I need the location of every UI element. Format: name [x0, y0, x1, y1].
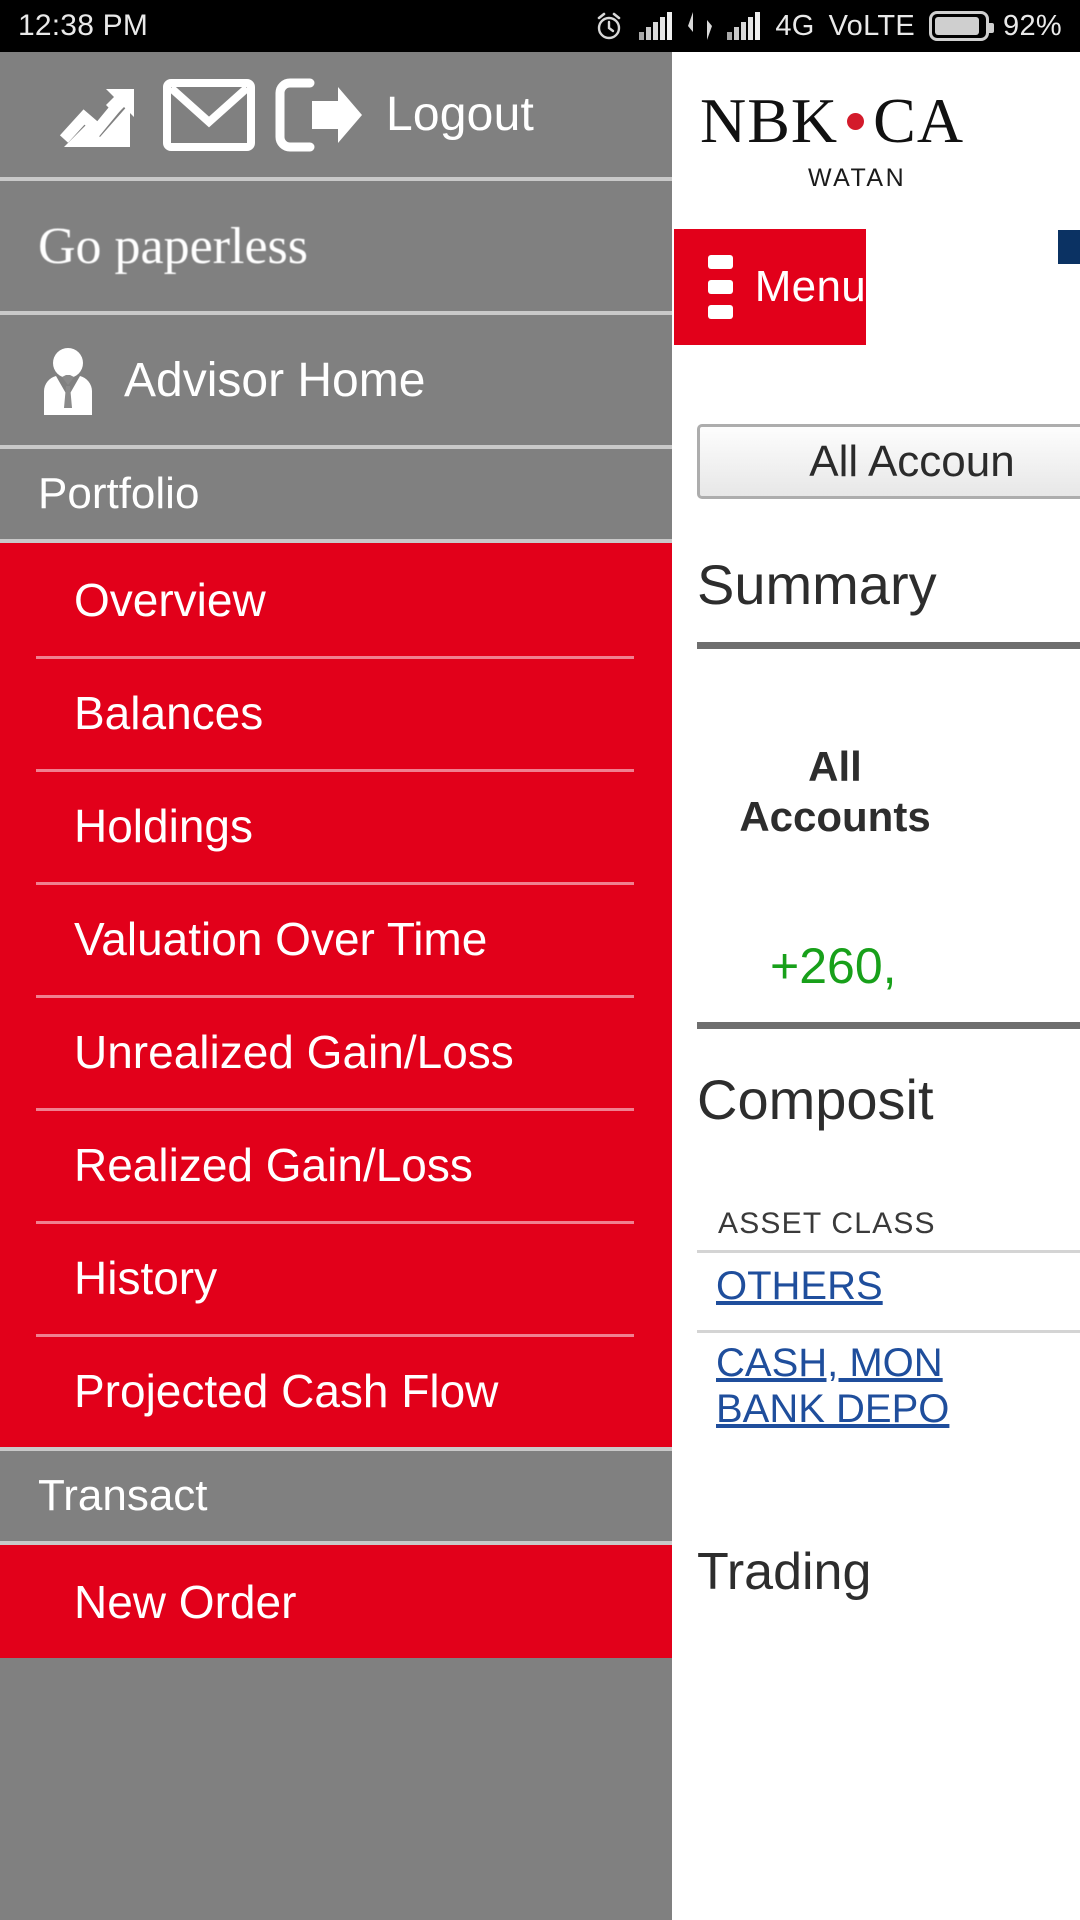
logo-text-nbk: NBK	[700, 85, 839, 156]
sidebar-section-portfolio[interactable]: Portfolio	[0, 449, 672, 539]
sidebar-item-holdings[interactable]: Holdings	[0, 769, 672, 882]
asset-class-link-others[interactable]: OTHERS	[716, 1264, 883, 1309]
signal-bars-icon	[727, 12, 761, 40]
sidebar-item-new-order[interactable]: New Order	[0, 1545, 672, 1658]
drawer-toolbar: Logout	[0, 52, 672, 177]
logo-subtext: WATAN	[808, 164, 907, 192]
signal-bars-icon	[639, 12, 673, 40]
hamburger-icon	[708, 255, 733, 319]
table-divider	[697, 1250, 1080, 1253]
sidebar-item-label: Unrealized Gain/Loss	[74, 1025, 514, 1078]
sidebar-item-label: Balances	[74, 686, 264, 739]
sidebar-item-balances[interactable]: Balances	[0, 656, 672, 769]
data-transfer-icon	[687, 12, 713, 40]
asset-class-link-cash-line1: CASH, MON	[716, 1341, 943, 1385]
asset-class-link-cash[interactable]: CASH, MON BANK DEPO	[716, 1340, 949, 1432]
sidebar-item-label: Valuation Over Time	[74, 912, 488, 965]
logo-wordmark: NBK CA	[700, 84, 964, 158]
account-select[interactable]: All Accoun	[697, 424, 1080, 499]
sidebar-item-label: Projected Cash Flow	[74, 1364, 499, 1417]
logo-text-capital: CA	[873, 85, 965, 156]
go-paperless-label: Go paperless	[38, 217, 309, 275]
sidebar-section-transact[interactable]: Transact	[0, 1451, 672, 1541]
menu-button[interactable]: Menu	[674, 229, 866, 345]
nbk-capital-logo: NBK CA WATAN	[700, 84, 964, 193]
menu-button-label: Menu	[754, 262, 866, 311]
sidebar-transact-items: New Order	[0, 1545, 672, 1658]
status-time: 12:38 PM	[18, 9, 149, 42]
summary-divider	[697, 642, 1080, 649]
asset-class-link-cash-line2: BANK DEPO	[716, 1387, 950, 1431]
network-type: 4G	[775, 9, 815, 42]
sidebar-item-label: New Order	[74, 1575, 297, 1628]
status-bar: 12:38 PM 4G VoLTE 92%	[0, 0, 1080, 52]
logo-dot-icon	[847, 112, 865, 130]
sidebar-item-realized-gain-loss[interactable]: Realized Gain/Loss	[0, 1108, 672, 1221]
trading-heading: Trading	[697, 1543, 872, 1601]
sidebar-section-portfolio-label: Portfolio	[38, 469, 200, 518]
advisor-home-label: Advisor Home	[124, 353, 426, 407]
sidebar-portfolio-items: Overview Balances Holdings Valuation Ove…	[0, 543, 672, 1447]
asset-class-column-header: ASSET CLASS	[718, 1207, 936, 1240]
battery-icon	[929, 11, 995, 41]
go-paperless-banner[interactable]: Go paperless	[0, 181, 672, 311]
sidebar-item-projected-cash-flow[interactable]: Projected Cash Flow	[0, 1334, 672, 1447]
sidebar-item-advisor-home[interactable]: Advisor Home	[0, 315, 672, 445]
trending-up-icon[interactable]	[58, 77, 150, 153]
envelope-icon[interactable]	[150, 78, 268, 152]
battery-percent: 92%	[1003, 9, 1062, 42]
sidebar-item-valuation-over-time[interactable]: Valuation Over Time	[0, 882, 672, 995]
advisor-avatar-icon	[36, 345, 100, 415]
all-accounts-label: All Accounts	[739, 743, 931, 840]
account-select-value: All Accoun	[809, 436, 1015, 486]
table-divider	[697, 1330, 1080, 1333]
navigation-drawer: Logout Go paperless Advisor Home Portfol…	[0, 52, 672, 1920]
sidebar-item-history[interactable]: History	[0, 1221, 672, 1334]
sidebar-item-label: History	[74, 1251, 218, 1304]
alarm-clock-icon	[593, 10, 625, 42]
summary-heading: Summary	[697, 553, 937, 616]
navy-accent-tab	[1058, 230, 1080, 264]
logout-arrow-icon[interactable]	[268, 77, 372, 153]
sidebar-item-unrealized-gain-loss[interactable]: Unrealized Gain/Loss	[0, 995, 672, 1108]
composition-heading: Composit	[697, 1068, 934, 1131]
volte-indicator: VoLTE	[828, 9, 916, 42]
sidebar-item-label: Overview	[74, 573, 266, 626]
logout-label[interactable]: Logout	[386, 87, 534, 142]
sidebar-item-overview[interactable]: Overview	[0, 543, 672, 656]
sidebar-item-label: Holdings	[74, 799, 253, 852]
sidebar-section-transact-label: Transact	[38, 1471, 208, 1520]
composition-divider	[697, 1022, 1080, 1029]
gain-value: +260,	[770, 938, 897, 994]
sidebar-item-label: Realized Gain/Loss	[74, 1138, 473, 1191]
